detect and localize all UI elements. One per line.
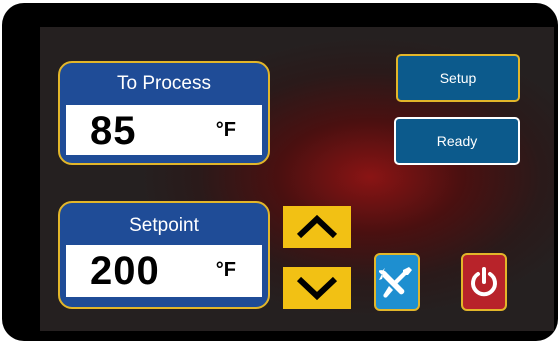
process-unit: °F <box>215 119 236 141</box>
ready-button[interactable]: Ready <box>394 117 520 165</box>
process-temperature-panel: To Process 85 °F <box>58 61 270 165</box>
process-temperature-value: 85 <box>90 109 137 153</box>
tools-button[interactable] <box>374 253 420 311</box>
setpoint-label: Setpoint <box>129 215 199 236</box>
chevron-up-icon <box>296 214 338 239</box>
device-bezel: To Process 85 °F Setpoint 200 °F Setup R… <box>2 3 558 341</box>
decrease-setpoint-button[interactable] <box>283 267 351 309</box>
setpoint-value-box[interactable]: 200 °F <box>66 245 262 297</box>
hmi-screen: To Process 85 °F Setpoint 200 °F Setup R… <box>40 27 554 331</box>
power-icon <box>471 267 497 297</box>
power-button[interactable] <box>461 253 507 311</box>
setpoint-panel[interactable]: Setpoint 200 °F <box>58 201 270 309</box>
setup-button[interactable]: Setup <box>396 54 520 102</box>
process-value-box: 85 °F <box>66 105 262 155</box>
setpoint-value: 200 <box>90 249 160 293</box>
chevron-down-icon <box>296 276 338 301</box>
process-label: To Process <box>117 73 211 94</box>
wrench-screwdriver-icon <box>379 267 412 298</box>
setpoint-unit: °F <box>215 259 236 281</box>
increase-setpoint-button[interactable] <box>283 206 351 248</box>
